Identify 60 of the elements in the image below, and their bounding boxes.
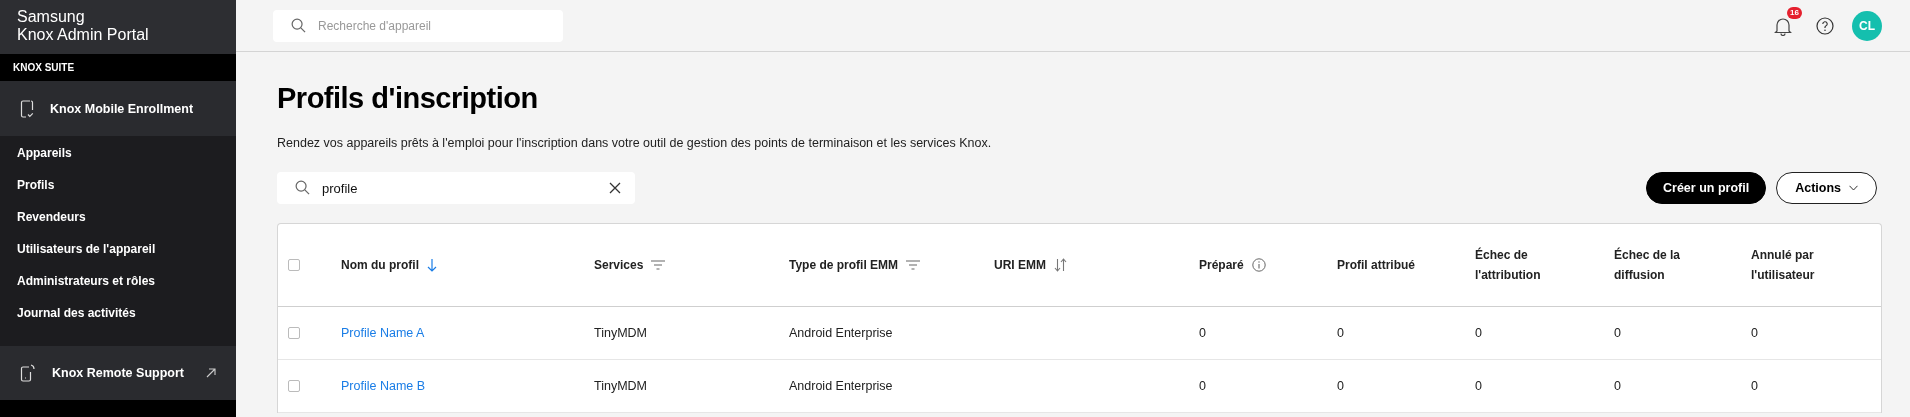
phone-signal-icon bbox=[20, 364, 36, 382]
filter-field[interactable]: profile bbox=[277, 172, 635, 204]
table-cell: TinyMDM bbox=[594, 326, 647, 340]
table-cell: 0 bbox=[1614, 326, 1621, 340]
search-icon bbox=[291, 17, 306, 33]
external-link-icon bbox=[206, 368, 216, 378]
table-cell: Android Enterprise bbox=[789, 326, 893, 340]
table-cell: 0 bbox=[1337, 379, 1344, 393]
row-checkbox[interactable] bbox=[288, 327, 300, 339]
chevron-down-icon bbox=[1849, 185, 1858, 191]
nav-item[interactable]: Administrateurs et rôles bbox=[0, 265, 236, 297]
column-header[interactable]: Échec de l'attribution bbox=[1475, 245, 1575, 285]
phone-check-icon bbox=[20, 99, 34, 118]
column-header[interactable]: Type de profil EMM bbox=[789, 255, 899, 275]
create-button[interactable]: Créer un profil bbox=[1646, 172, 1767, 204]
search-icon bbox=[295, 180, 310, 195]
help-icon[interactable] bbox=[1816, 16, 1834, 35]
page-description: Rendez vos appareils prêts à l'emploi pour l'inscription dans votre outil de gestion des points de terminaison et les services Knox. bbox=[277, 136, 993, 150]
column-header[interactable]: Annulé par l'utilisateur bbox=[1751, 245, 1851, 285]
actions-menu-button[interactable]: Actions bbox=[1776, 172, 1877, 204]
column-header[interactable]: Préparé bbox=[1199, 255, 1244, 275]
sort-icon[interactable] bbox=[1054, 258, 1067, 272]
select-all-checkbox[interactable] bbox=[288, 259, 300, 271]
nav-item[interactable]: Appareils bbox=[0, 137, 236, 169]
column-header[interactable]: Profil attribué bbox=[1337, 255, 1415, 275]
portal-title: Knox Admin Portal bbox=[17, 26, 150, 44]
clear-icon[interactable] bbox=[609, 182, 621, 194]
filter-icon[interactable] bbox=[651, 260, 666, 270]
table-cell: 0 bbox=[1199, 379, 1206, 393]
profile-link[interactable]: Profile Name A bbox=[341, 326, 425, 340]
profile-link[interactable]: Profile Name B bbox=[341, 379, 426, 393]
product-item[interactable]: Knox Mobile Enrollment bbox=[0, 81, 236, 136]
external-app-link[interactable]: Knox Remote Support bbox=[0, 346, 236, 400]
bell-icon bbox=[1774, 15, 1792, 36]
table-cell: Android Enterprise bbox=[789, 379, 893, 393]
sort-down-icon[interactable] bbox=[427, 258, 437, 272]
portal-title: Samsung bbox=[17, 8, 86, 26]
nav-item[interactable]: Revendeurs bbox=[0, 201, 236, 233]
nav-item[interactable]: Profils bbox=[0, 169, 236, 201]
info-icon[interactable] bbox=[1251, 258, 1266, 272]
table-cell: 0 bbox=[1475, 379, 1482, 393]
column-header[interactable]: URI EMM bbox=[994, 255, 1046, 275]
table-cell: 0 bbox=[1751, 379, 1758, 393]
table-cell: TinyMDM bbox=[594, 379, 647, 393]
table-cell: 0 bbox=[1751, 326, 1758, 340]
column-header[interactable]: Services bbox=[594, 255, 644, 275]
search-field[interactable]: Recherche d'appareil bbox=[273, 9, 563, 42]
filter-icon[interactable] bbox=[906, 260, 921, 270]
notification-count: 16 bbox=[1787, 6, 1802, 19]
column-header[interactable]: Nom du profil bbox=[341, 255, 419, 275]
table-cell: 0 bbox=[1475, 326, 1482, 340]
table-cell: 0 bbox=[1337, 326, 1344, 340]
column-header[interactable]: Échec de la diffusion bbox=[1614, 245, 1714, 285]
nav-item[interactable]: Utilisateurs de l'appareil bbox=[0, 233, 236, 265]
nav-item[interactable]: Journal des activités bbox=[0, 297, 236, 329]
table-cell: 0 bbox=[1614, 379, 1621, 393]
table-cell: 0 bbox=[1199, 326, 1206, 340]
notifications-button[interactable]: 16 bbox=[1774, 6, 1802, 36]
row-checkbox[interactable] bbox=[288, 380, 300, 392]
page-title: Profils d'inscription bbox=[277, 81, 539, 116]
